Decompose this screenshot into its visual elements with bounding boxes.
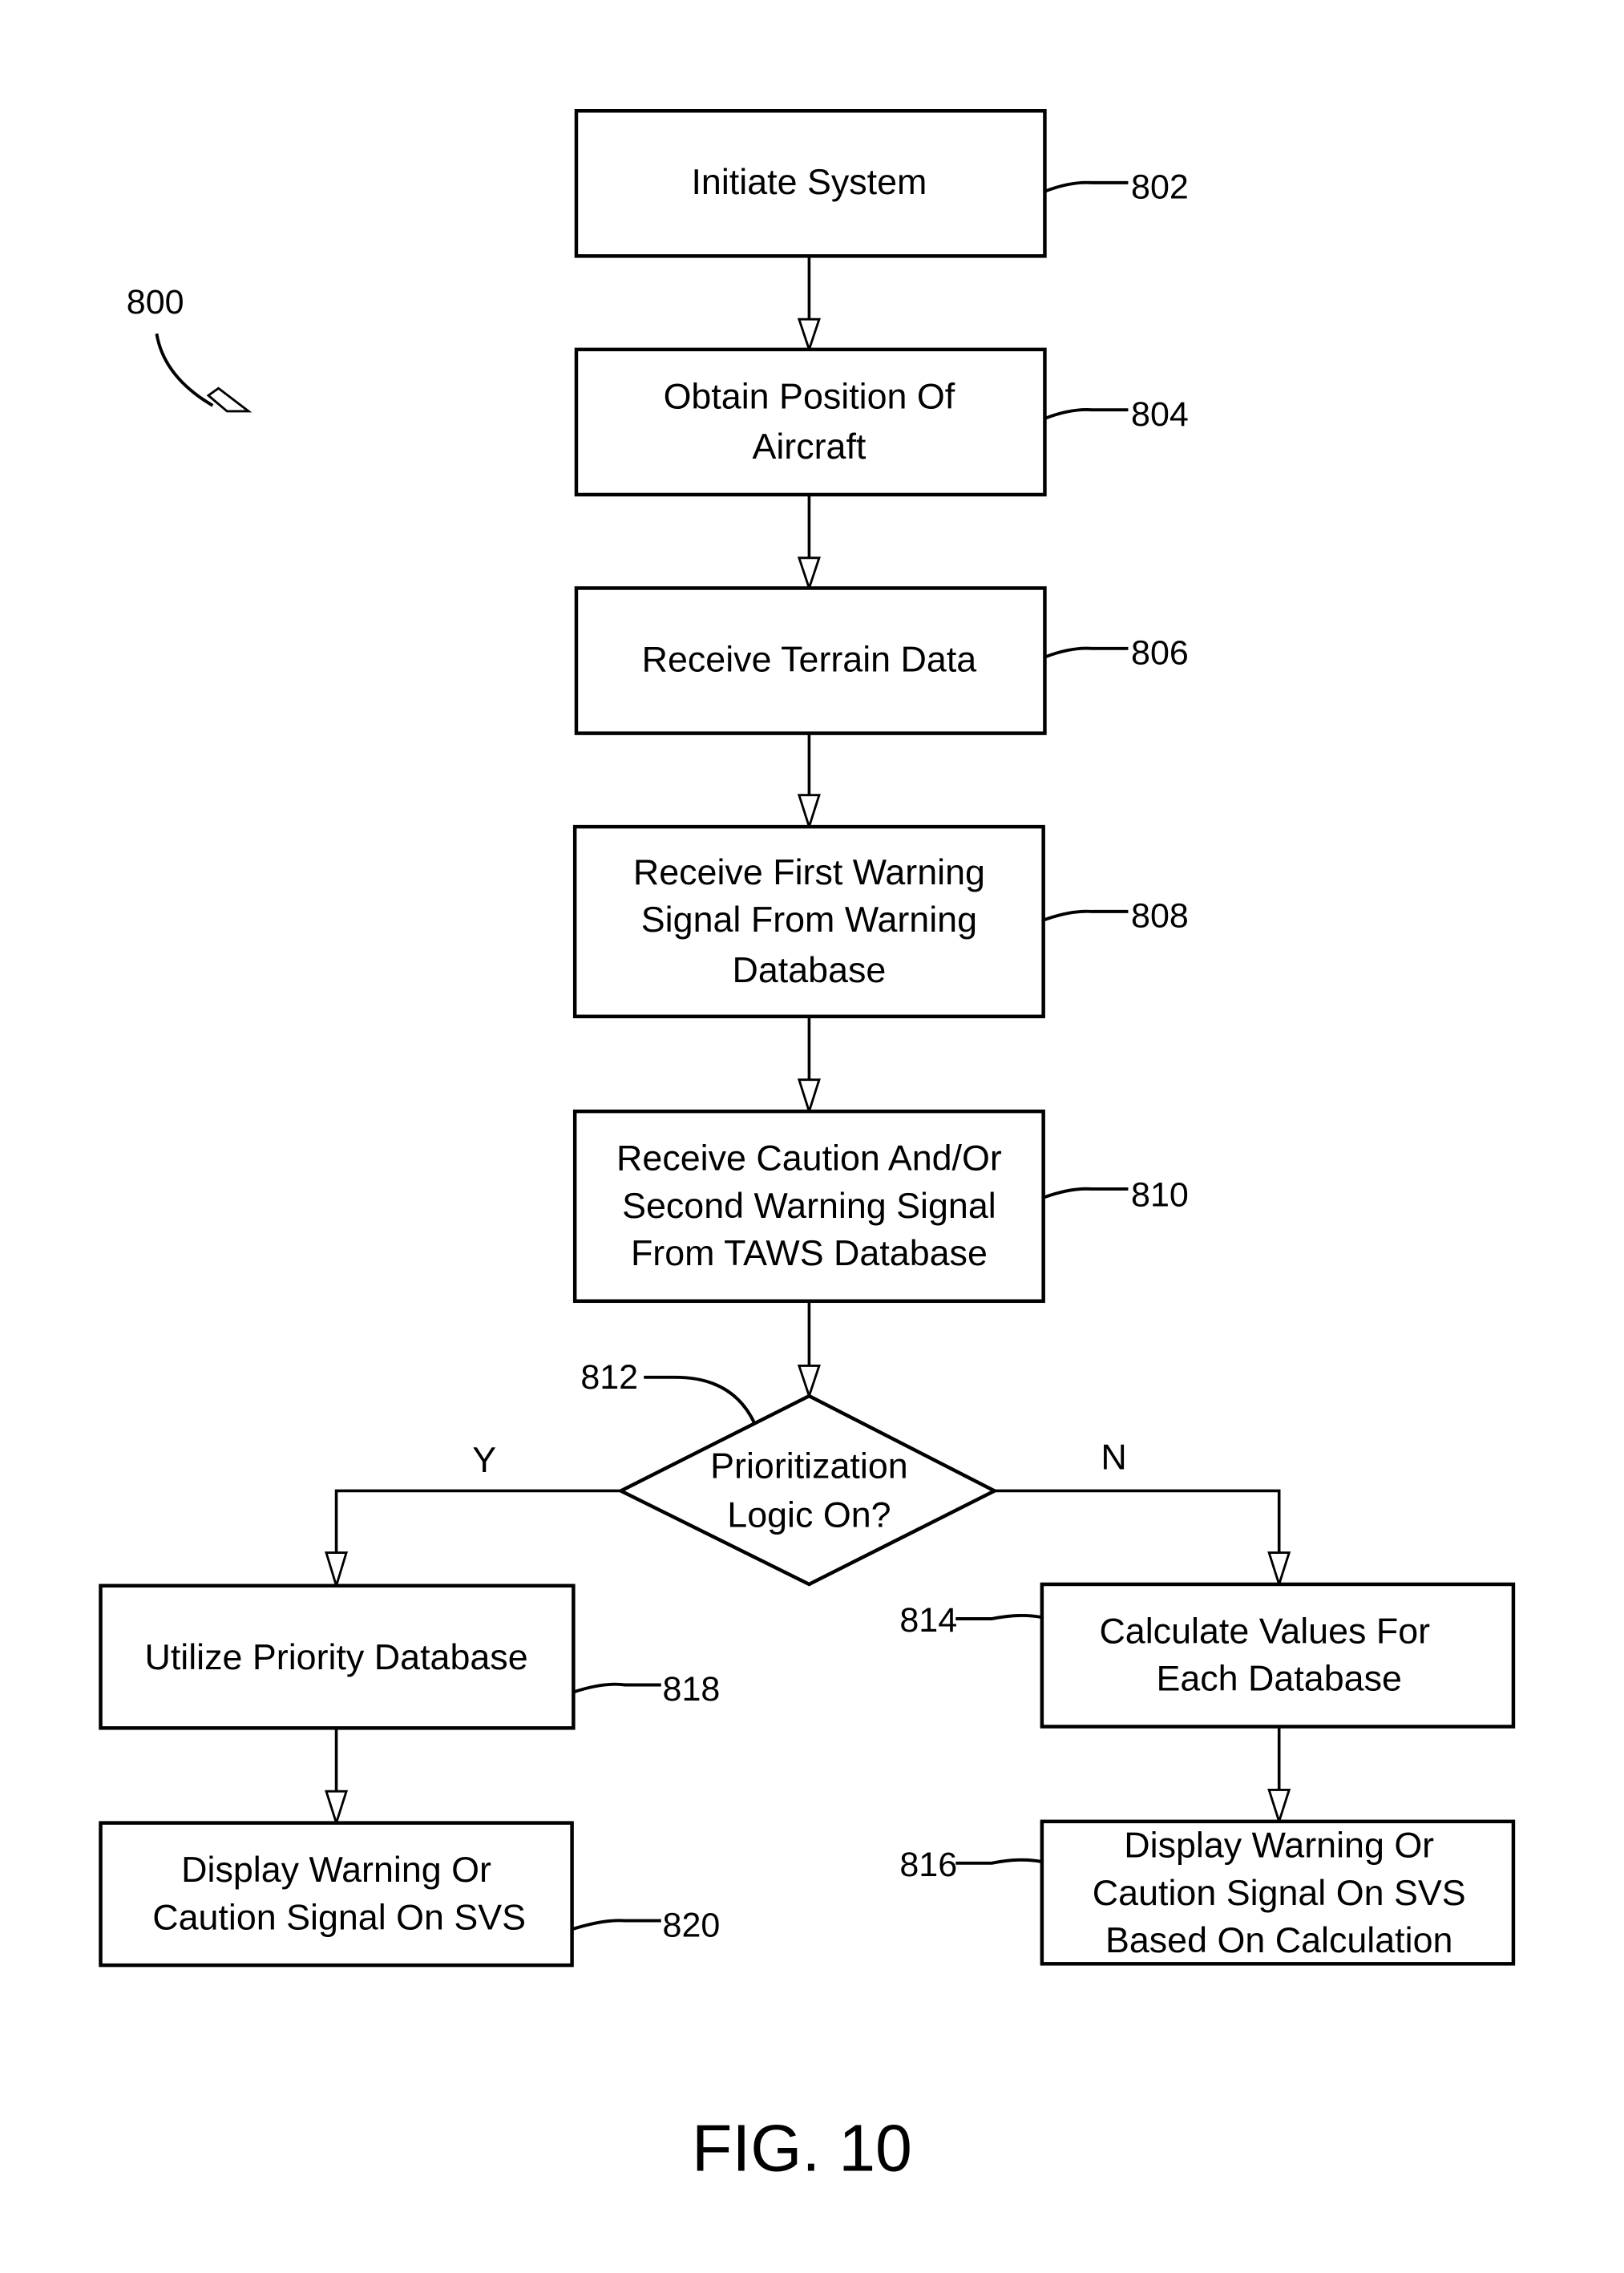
arrow-808-810 bbox=[797, 1016, 821, 1115]
step-810-text-line-3: From TAWS Database bbox=[631, 1233, 988, 1273]
step-814-text-line-1: Calculate Values For bbox=[1099, 1612, 1430, 1652]
step-814-box bbox=[1040, 1582, 1516, 1729]
step-804: Obtain Position Of Aircraft 804 bbox=[574, 347, 1189, 497]
step-812-text-line-1: Prioritization bbox=[710, 1446, 908, 1486]
step-812: Prioritization Logic On? 812 Y N bbox=[472, 1358, 1127, 1587]
step-818-text: Utilize Priority Database bbox=[144, 1637, 527, 1677]
step-820-text-line-2: Caution Signal On SVS bbox=[152, 1897, 526, 1937]
figure-ref-arrow-head-icon bbox=[206, 386, 252, 413]
figure-label: FIG. 10 bbox=[692, 2112, 912, 2186]
figure-ref-arrow-line bbox=[155, 333, 214, 407]
step-806-leader bbox=[1044, 646, 1129, 659]
step-810-text-line-2: Second Warning Signal bbox=[622, 1186, 996, 1226]
step-808-leader bbox=[1042, 909, 1129, 922]
flowchart: 800 Initiate System 802 Obtain Position … bbox=[99, 109, 1516, 2186]
step-818-leader bbox=[572, 1682, 661, 1694]
step-804-ref: 804 bbox=[1131, 395, 1189, 434]
step-816: Display Warning Or Caution Signal On SVS… bbox=[899, 1819, 1516, 1966]
step-818: Utilize Priority Database 818 bbox=[99, 1583, 721, 1730]
step-810: Receive Caution And/Or Second Warning Si… bbox=[572, 1109, 1189, 1304]
arrow-814-816 bbox=[1267, 1726, 1291, 1826]
arrow-806-808 bbox=[797, 733, 821, 831]
figure-ref-label: 800 bbox=[127, 283, 184, 322]
step-814-ref: 814 bbox=[899, 1601, 957, 1640]
arrow-804-806 bbox=[797, 494, 821, 593]
step-808-text-line-2: Signal From Warning bbox=[641, 900, 977, 940]
step-812-leader bbox=[644, 1375, 757, 1425]
decision-no-label: N bbox=[1101, 1438, 1126, 1478]
step-804-box bbox=[574, 347, 1047, 497]
decision-yes-label: Y bbox=[472, 1440, 496, 1480]
step-812-ref: 812 bbox=[580, 1358, 638, 1397]
arrow-818-820 bbox=[325, 1728, 349, 1827]
step-820: Display Warning Or Caution Signal On SVS… bbox=[99, 1821, 721, 1968]
step-806: Receive Terrain Data 806 bbox=[574, 586, 1189, 735]
step-820-text-line-1: Display Warning Or bbox=[181, 1850, 491, 1890]
arrow-810-812 bbox=[797, 1300, 821, 1400]
step-802-text: Initiate System bbox=[691, 162, 927, 202]
step-808-text-line-3: Database bbox=[732, 950, 886, 990]
step-804-leader bbox=[1044, 407, 1129, 420]
step-806-text: Receive Terrain Data bbox=[642, 639, 977, 679]
step-816-text-line-3: Based On Calculation bbox=[1105, 1920, 1452, 1960]
step-808: Receive First Warning Signal From Warnin… bbox=[572, 824, 1189, 1019]
step-808-ref: 808 bbox=[1131, 897, 1189, 936]
arrow-812-818 bbox=[325, 1489, 621, 1590]
step-816-leader bbox=[955, 1858, 1043, 1865]
step-806-ref: 806 bbox=[1131, 634, 1189, 673]
step-816-text-line-1: Display Warning Or bbox=[1124, 1826, 1434, 1866]
step-812-text-line-2: Logic On? bbox=[727, 1494, 891, 1535]
step-802: Initiate System 802 bbox=[574, 109, 1189, 258]
step-802-ref: 802 bbox=[1131, 168, 1189, 207]
step-814: Calculate Values For Each Database 814 bbox=[899, 1582, 1516, 1729]
step-816-ref: 816 bbox=[899, 1846, 957, 1884]
step-820-box bbox=[99, 1821, 574, 1968]
arrow-812-814 bbox=[994, 1489, 1291, 1588]
step-808-text-line-1: Receive First Warning bbox=[633, 852, 985, 892]
arrow-802-804 bbox=[797, 256, 821, 354]
step-810-leader bbox=[1042, 1187, 1129, 1199]
step-816-text-line-2: Caution Signal On SVS bbox=[1093, 1873, 1466, 1913]
step-810-text-line-1: Receive Caution And/Or bbox=[616, 1139, 1002, 1179]
step-810-ref: 810 bbox=[1131, 1175, 1189, 1214]
step-812-diamond bbox=[616, 1393, 999, 1587]
step-818-ref: 818 bbox=[663, 1670, 721, 1709]
step-820-ref: 820 bbox=[663, 1906, 721, 1944]
step-802-leader bbox=[1044, 180, 1129, 193]
step-804-text-line-2: Aircraft bbox=[752, 427, 866, 467]
step-814-text-line-2: Each Database bbox=[1156, 1659, 1401, 1699]
step-814-leader bbox=[955, 1613, 1043, 1620]
step-820-leader bbox=[571, 1919, 661, 1931]
step-804-text-line-1: Obtain Position Of bbox=[664, 376, 955, 416]
